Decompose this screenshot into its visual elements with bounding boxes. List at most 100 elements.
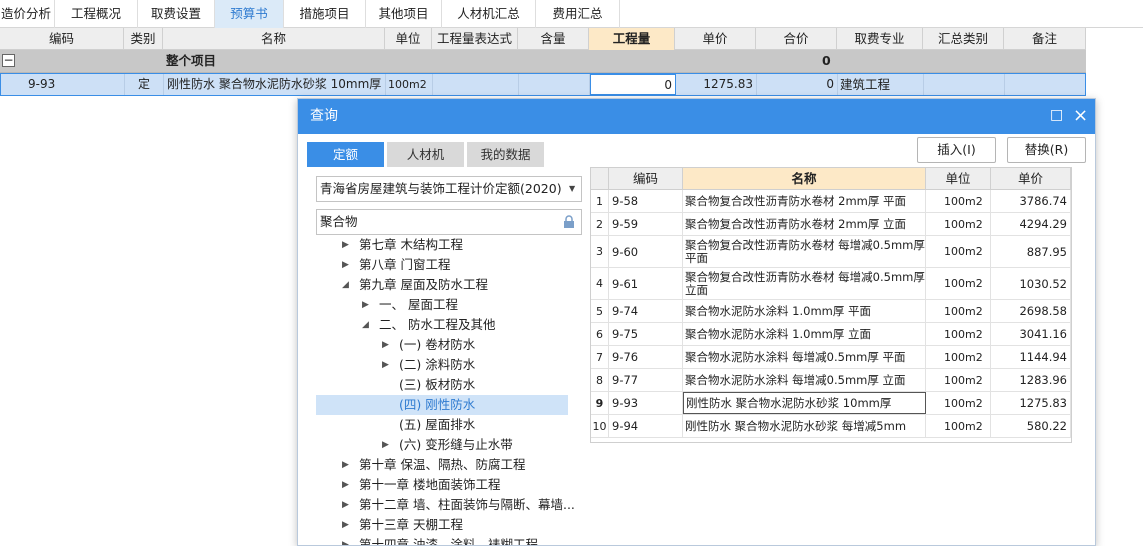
tab-2[interactable]: 工程概况 [55,0,138,28]
table-row[interactable]: 1 9-58 聚合物复合改性沥青防水卷材 2mm厚 平面 100m2 3786.74 [591,190,1071,213]
column-header[interactable]: 含量 [518,28,589,50]
row-number: 7 [591,346,609,368]
replace-button[interactable]: 替换(R) [1007,137,1086,163]
table-row[interactable]: 4 9-61 聚合物复合改性沥青防水卷材 每增减0.5mm厚 立面 100m2 1030… [591,268,1071,300]
item-name[interactable]: 刚性防水 聚合物水泥防水砂浆 10mm厚 [164,74,386,95]
collapsed-arrow-icon[interactable]: ▶ [342,535,349,545]
tree-item[interactable]: ▶ 第八章 门窗工程 [316,255,568,275]
collapsed-arrow-icon[interactable]: ▶ [382,355,389,375]
close-icon[interactable]: × [1073,99,1088,132]
item-summary-category[interactable] [924,74,1005,95]
search-input[interactable]: 聚合物 [316,209,582,235]
collapsed-arrow-icon[interactable]: ▶ [342,255,349,275]
item-remark[interactable] [1005,74,1085,95]
table-row[interactable]: 10 9-94 刚性防水 聚合物水泥防水砂浆 每增减5mm 100m2 580.22 [591,415,1071,438]
table-row[interactable]: 7 9-76 聚合物水泥防水涂料 每增减0.5mm厚 平面 100m2 1144.94 [591,346,1071,369]
tree-item[interactable]: ▶ 第十三章 天棚工程 [316,515,568,535]
dialog-tab-1[interactable]: 定额 [307,142,384,167]
maximize-icon[interactable]: □ [1050,99,1063,132]
tree-item[interactable]: ▶ 一、 屋面工程 [316,295,568,315]
collapsed-arrow-icon[interactable]: ▶ [342,237,349,255]
tree-item-label: 第十二章 墙、柱面装饰与隔断、幕墙... [359,497,575,512]
tree-item-label: (五) 屋面排水 [399,417,476,432]
column-header[interactable]: 编码 [0,28,124,50]
row-code: 9-75 [609,323,683,345]
item-content[interactable] [519,74,590,95]
collapsed-arrow-icon[interactable]: ▶ [382,335,389,355]
tree-item[interactable]: ▶ 第十四章 油漆、涂料、裱糊工程 [316,535,568,545]
collapse-toggle-icon[interactable]: − [2,54,15,67]
dialog-tab-3[interactable]: 我的数据 [467,142,544,167]
tree-item[interactable]: ◢ 二、 防水工程及其他 [316,315,568,335]
table-row[interactable]: 2 9-59 聚合物复合改性沥青防水卷材 2mm厚 立面 100m2 4294.29 [591,213,1071,236]
dialog-tab-2[interactable]: 人材机 [387,142,464,167]
tree-item[interactable]: ▶ (二) 涂料防水 [316,355,568,375]
tree-item[interactable]: ▶ 第十二章 墙、柱面装饰与隔断、幕墙... [316,495,575,515]
tree-item[interactable]: ◢ 第九章 屋面及防水工程 [316,275,568,295]
item-unit: 100m2 [386,74,433,95]
table-row[interactable]: 5 9-74 聚合物水泥防水涂料 1.0mm厚 平面 100m2 2698.58 [591,300,1071,323]
column-header[interactable]: 类别 [124,28,163,50]
expanded-arrow-icon[interactable]: ◢ [342,275,349,295]
tree-item[interactable]: ▶ 第十一章 楼地面装饰工程 [316,475,568,495]
column-header[interactable]: 工程量表达式 [432,28,518,50]
column-header[interactable]: 合价 [756,28,837,50]
tree-item-label: (四) 刚性防水 [399,397,476,412]
row-unit: 100m2 [926,213,991,235]
item-specialty[interactable]: 建筑工程 [838,74,924,95]
collapsed-arrow-icon[interactable]: ▶ [342,495,349,515]
tab-7[interactable]: 人材机汇总 [442,0,536,28]
tab-3[interactable]: 取费设置 [138,0,215,28]
tree-item[interactable]: ▶ 第七章 木结构工程 [316,237,568,255]
tree-item[interactable]: (五) 屋面排水 [316,415,568,435]
tree-item[interactable]: ▶ 第十章 保温、隔热、防腐工程 [316,455,568,475]
search-value: 聚合物 [320,214,358,229]
column-header[interactable]: 单价 [675,28,756,50]
chevron-down-icon[interactable]: ▼ [569,177,575,201]
tab-8[interactable]: 费用汇总 [536,0,620,28]
row-code: 9-74 [609,300,683,322]
table-column-header[interactable]: 单位 [926,168,991,190]
insert-button[interactable]: 插入(I) [917,137,996,163]
tree-item[interactable]: (三) 板材防水 [316,375,568,395]
summary-row[interactable]: − 整个项目 0 [0,50,1086,73]
column-header[interactable]: 取费专业 [837,28,923,50]
tree-item-label: 第九章 屋面及防水工程 [359,277,488,292]
table-row[interactable]: 8 9-77 聚合物水泥防水涂料 每增减0.5mm厚 立面 100m2 1283.96 [591,369,1071,392]
expanded-arrow-icon[interactable]: ◢ [362,315,369,335]
table-row[interactable]: 9-93 定 刚性防水 聚合物水泥防水砂浆 10mm厚 100m2 0 1275… [0,73,1086,96]
tree-item[interactable]: ▶ (六) 变形缝与止水带 [316,435,568,455]
tab-1[interactable]: 造价分析 [0,0,55,28]
collapsed-arrow-icon[interactable]: ▶ [342,515,349,535]
quantity-input[interactable]: 0 [590,74,676,95]
collapsed-arrow-icon[interactable]: ▶ [382,435,389,455]
table-column-header[interactable] [591,168,609,190]
collapsed-arrow-icon[interactable]: ▶ [342,475,349,495]
table-column-header[interactable]: 单价 [991,168,1071,190]
column-header[interactable]: 备注 [1004,28,1086,50]
column-header[interactable]: 名称 [163,28,385,50]
tab-6[interactable]: 其他项目 [366,0,442,28]
table-row[interactable]: 9 9-93 刚性防水 聚合物水泥防水砂浆 10mm厚 100m2 1275.83 [591,392,1071,415]
column-header[interactable]: 汇总类别 [923,28,1004,50]
table-column-header[interactable]: 名称 [683,168,926,190]
dialog-title-bar[interactable]: 查询 □ × [298,99,1095,134]
table-column-header[interactable]: 编码 [609,168,683,190]
row-price: 3041.16 [991,323,1071,345]
tree-item[interactable]: ▶ (一) 卷材防水 [316,335,568,355]
table-row[interactable]: 6 9-75 聚合物水泥防水涂料 1.0mm厚 立面 100m2 3041.16 [591,323,1071,346]
tree-item[interactable]: (四) 刚性防水 [316,395,568,415]
column-header[interactable]: 工程量 [589,28,675,50]
collapsed-arrow-icon[interactable]: ▶ [342,455,349,475]
row-price: 580.22 [991,415,1071,437]
collapsed-arrow-icon[interactable]: ▶ [362,295,369,315]
column-header[interactable]: 单位 [385,28,432,50]
quota-library-select[interactable]: 青海省房屋建筑与装饰工程计价定额(2020) ▼ [316,176,582,202]
table-row[interactable]: 3 9-60 聚合物复合改性沥青防水卷材 每增减0.5mm厚 平面 100m2 887.… [591,236,1071,268]
chapter-tree: ▶ 第七章 木结构工程 ▶ 第八章 门窗工程 ◢ 第九章 屋面及防水工程 ▶ 一、 屋面工程 ◢… [316,237,582,545]
row-name: 聚合物复合改性沥青防水卷材 2mm厚 平面 [683,190,926,212]
item-expression[interactable] [433,74,519,95]
tab-5[interactable]: 措施项目 [284,0,366,28]
lock-icon[interactable] [562,215,576,229]
tab-4[interactable]: 预算书 [215,0,284,28]
